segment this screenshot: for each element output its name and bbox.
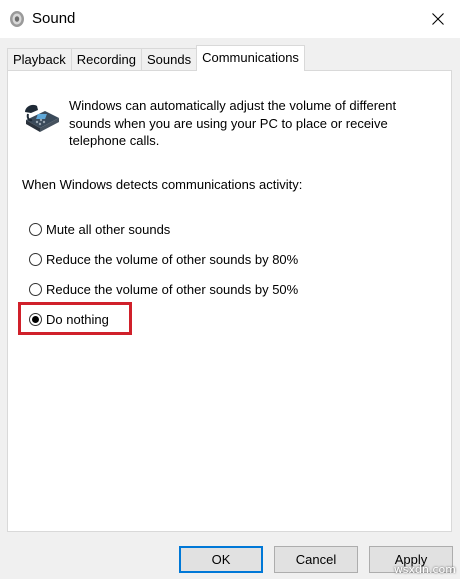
communications-description: Windows can automatically adjust the vol… <box>69 98 397 148</box>
option-label: Mute all other sounds <box>46 221 171 237</box>
option-label: Reduce the volume of other sounds by 50% <box>46 281 299 297</box>
option-label: Reduce the volume of other sounds by 80% <box>46 251 299 267</box>
option-reduce-50[interactable]: Reduce the volume of other sounds by 50% <box>29 280 298 298</box>
watermark-text: wsxdn.com <box>393 563 456 576</box>
title-bar: Sound <box>0 0 460 38</box>
option-mute-all[interactable]: Mute all other sounds <box>29 220 170 238</box>
option-label: Do nothing <box>46 311 109 327</box>
ok-button[interactable]: OK <box>179 546 263 573</box>
communications-panel: Windows can automatically adjust the vol… <box>7 70 452 532</box>
speaker-icon <box>10 11 24 27</box>
option-do-nothing[interactable]: Do nothing <box>29 310 109 328</box>
cancel-button[interactable]: Cancel <box>274 546 358 573</box>
tab-recording[interactable]: Recording <box>70 48 143 70</box>
radio-button[interactable] <box>29 282 42 296</box>
sound-dialog: Sound Playback Recording Sounds Communic… <box>0 0 460 579</box>
tab-strip: Playback Recording Sounds Communications <box>7 45 305 71</box>
radio-dot <box>32 315 39 323</box>
close-icon <box>432 13 444 25</box>
tab-playback[interactable]: Playback <box>7 48 72 70</box>
radio-button-selected[interactable] <box>29 312 42 326</box>
close-button[interactable] <box>416 0 460 38</box>
radio-button[interactable] <box>29 252 42 266</box>
option-reduce-80[interactable]: Reduce the volume of other sounds by 80% <box>29 250 298 268</box>
tab-communications[interactable]: Communications <box>196 45 305 71</box>
tab-sounds[interactable]: Sounds <box>141 48 198 70</box>
telephone-icon <box>25 104 59 132</box>
detect-activity-label: When Windows detects communications acti… <box>22 177 303 192</box>
window-title: Sound <box>32 10 76 27</box>
radio-button[interactable] <box>29 222 42 236</box>
